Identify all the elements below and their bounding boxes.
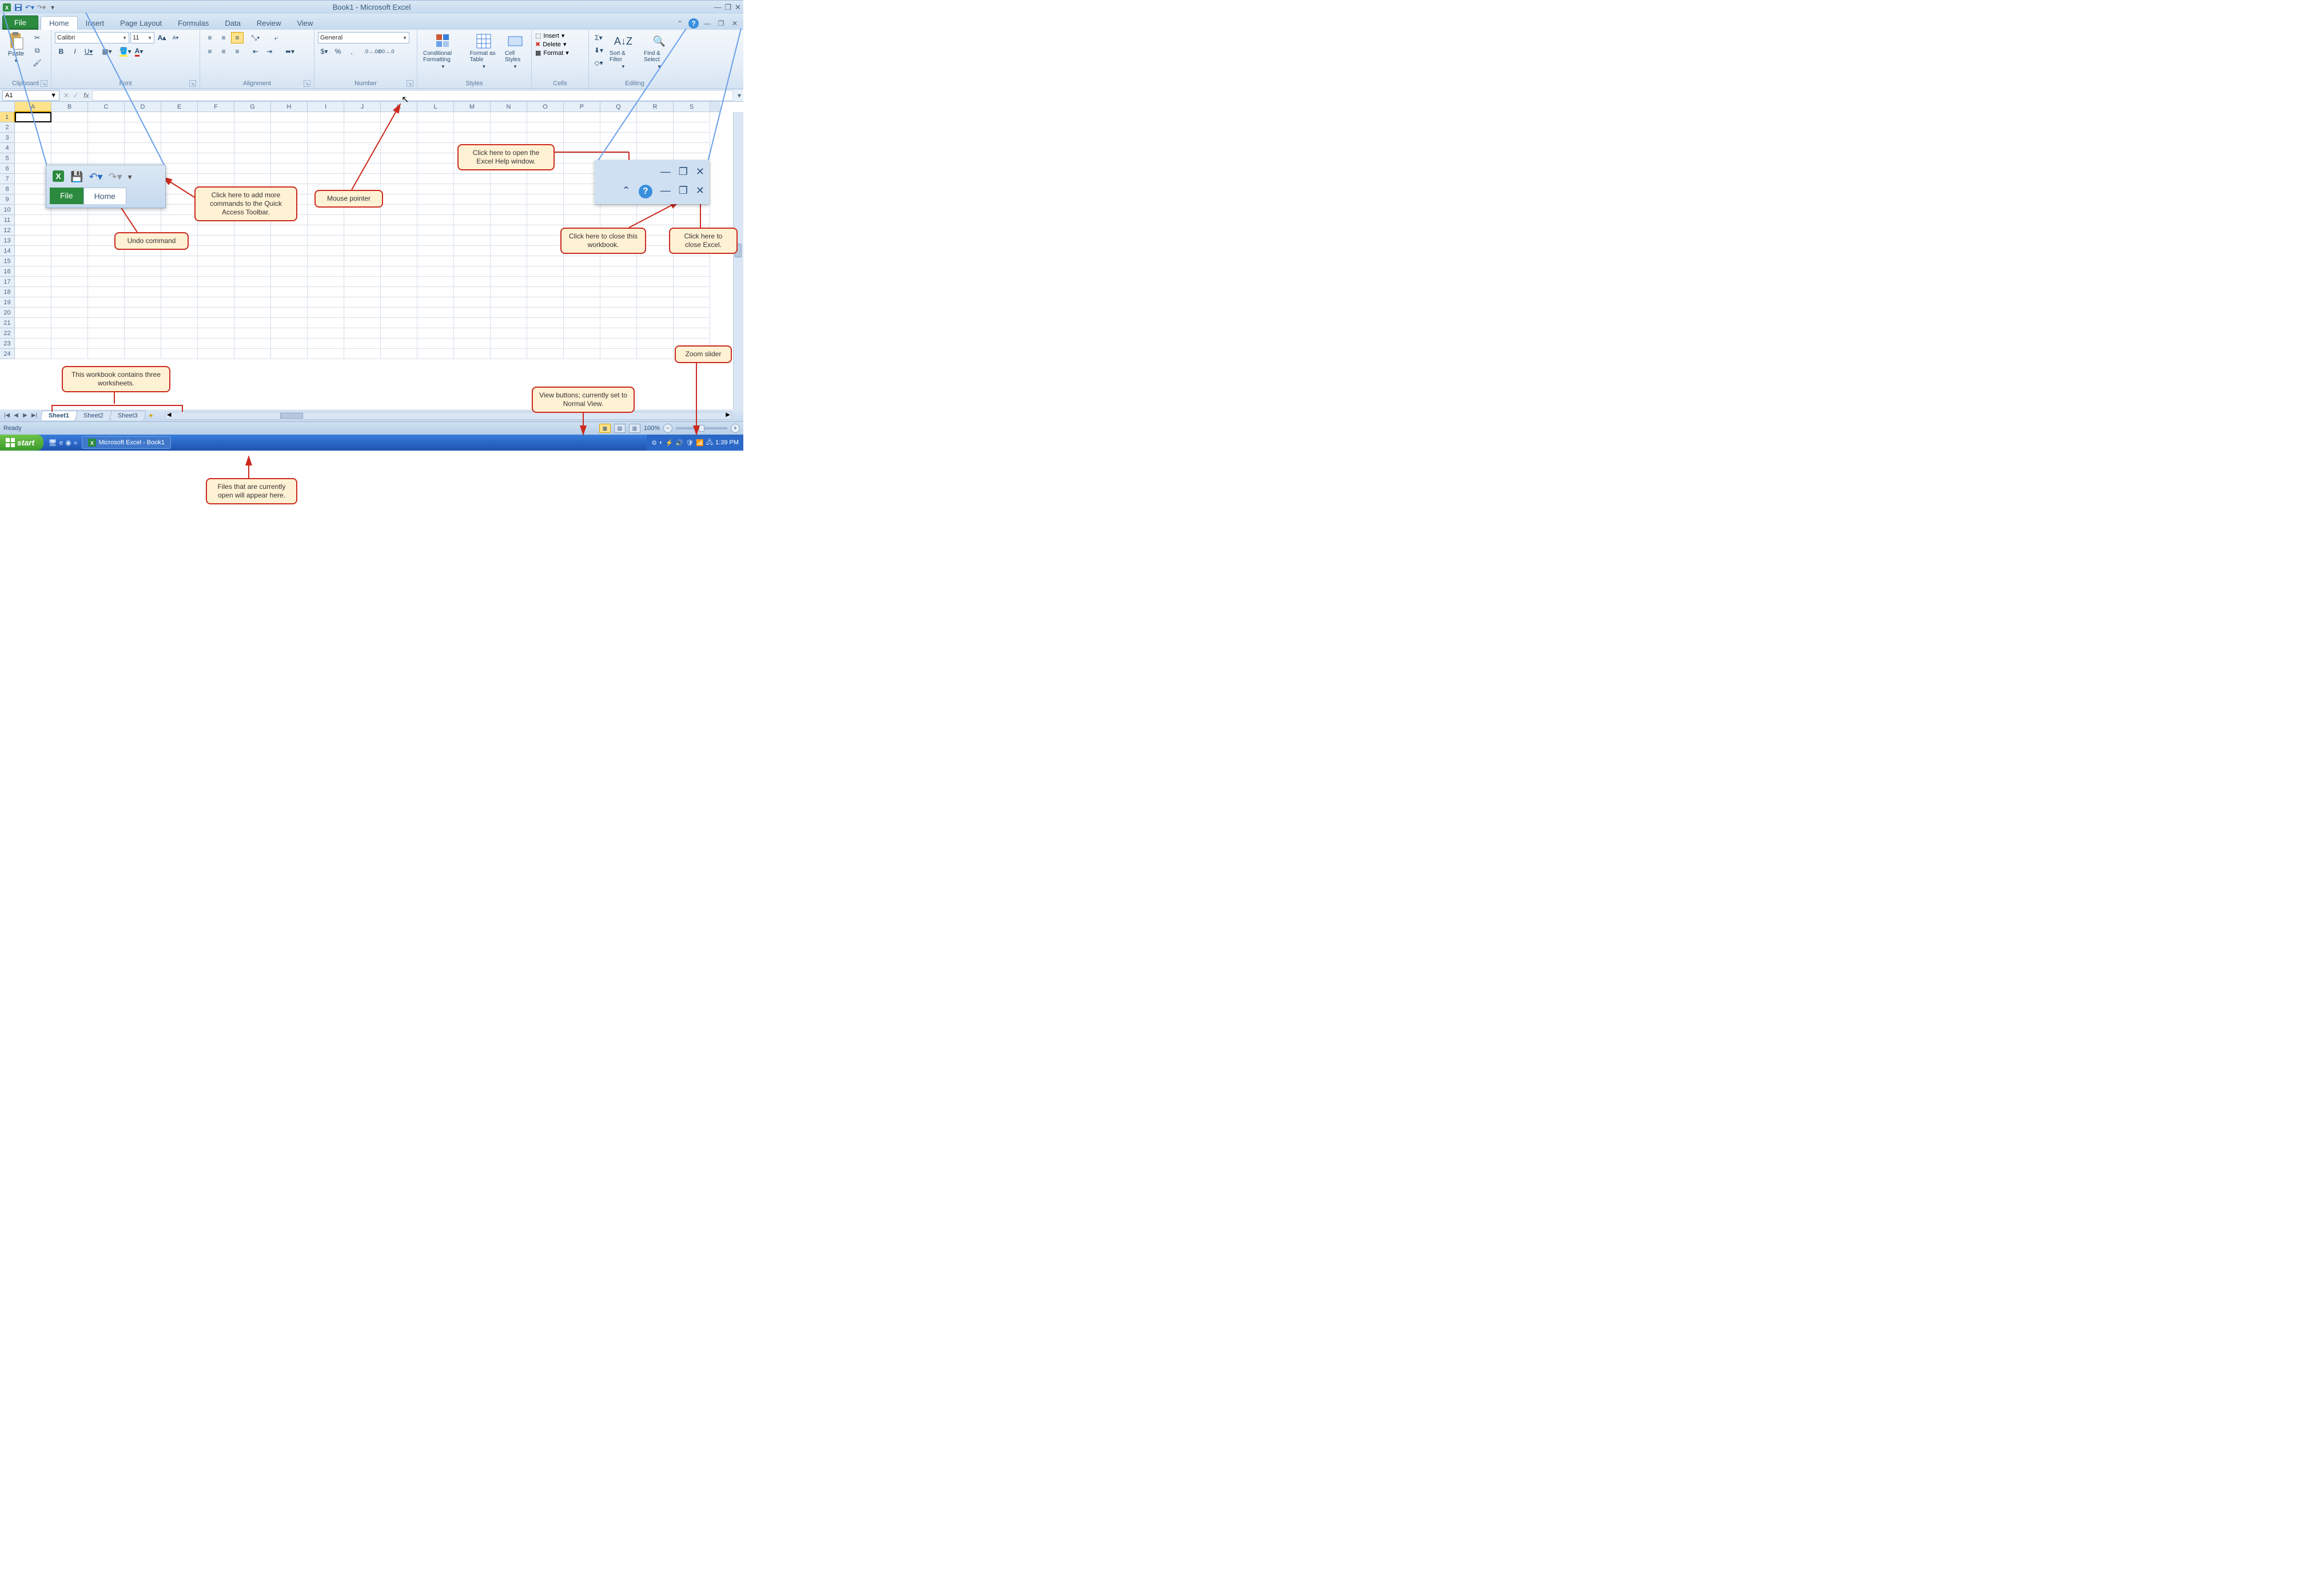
callout-sheets: This workbook contains three worksheets. <box>62 366 170 392</box>
inset-redo-icon[interactable]: ↷▾ <box>109 171 122 183</box>
callout-close-wb: Click here to close this workbook. <box>560 228 646 254</box>
callout-close-excel: Click here to close Excel. <box>669 228 738 254</box>
inset-app-close-icon[interactable]: ✕ <box>696 166 704 178</box>
inset-help-icon[interactable]: ? <box>639 185 652 198</box>
inset-wb-close-icon[interactable]: ✕ <box>696 185 704 198</box>
callout-mouse: Mouse pointer <box>314 190 383 208</box>
inset-customize-icon[interactable]: ▾ <box>128 172 132 182</box>
callout-files: Files that are currently open will appea… <box>206 478 297 504</box>
callout-views: View buttons; currently set to Normal Vi… <box>532 387 635 413</box>
inset-ribbon-min-icon[interactable]: ⌃ <box>622 185 631 198</box>
inset-app-restore-icon[interactable]: ❐ <box>679 166 688 178</box>
callout-zoom: Zoom slider <box>675 345 732 363</box>
callout-undo: Undo command <box>114 232 189 250</box>
callout-help: Click here to open the Excel Help window… <box>457 144 555 170</box>
mouse-pointer-icon: ↖ <box>401 94 409 105</box>
inset-undo-icon[interactable]: ↶▾ <box>89 171 102 183</box>
inset-wb-minimize-icon[interactable]: — <box>660 185 671 198</box>
inset-tab-home[interactable]: Home <box>83 188 126 204</box>
svg-text:X: X <box>55 172 61 181</box>
inset-wb-restore-icon[interactable]: ❐ <box>679 185 688 198</box>
inset-save-icon[interactable]: 💾 <box>70 171 83 183</box>
callout-qat: Click here to add more commands to the Q… <box>194 186 297 221</box>
inset-excel-icon: X <box>52 170 65 184</box>
inset-app-minimize-icon[interactable]: — <box>660 166 671 178</box>
inset-tab-file[interactable]: File <box>50 188 83 204</box>
